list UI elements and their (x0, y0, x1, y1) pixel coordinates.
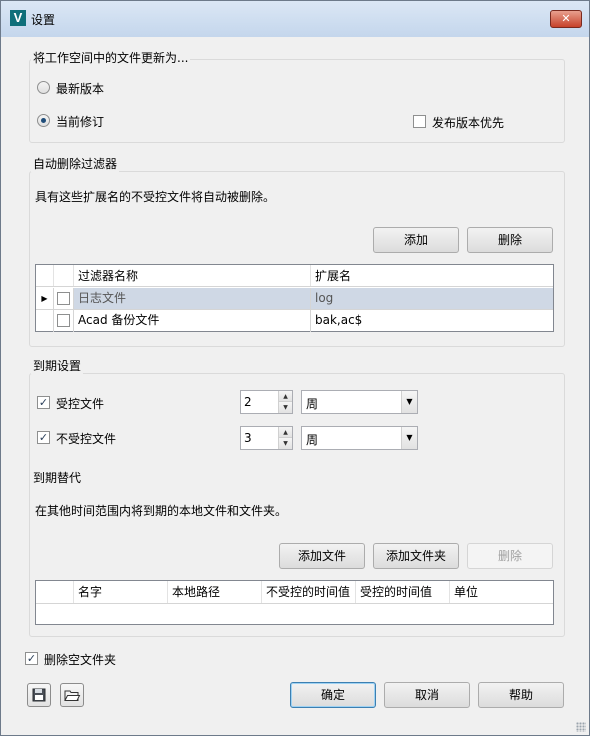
release-priority-label: 发布版本优先 (432, 116, 505, 130)
expiration-settings-group-title: 到期设置 (31, 357, 84, 374)
window-title: 设置 (31, 13, 56, 27)
controlled-unit-select[interactable]: 周 ▼ (301, 390, 418, 414)
auto-delete-filter-group-title: 自动删除过滤器 (31, 155, 120, 172)
table-row[interactable]: ▶ 日志文件 log (36, 288, 553, 310)
controlled-time-column-header[interactable]: 受控的时间值 (356, 581, 450, 603)
current-revision-radio[interactable] (37, 114, 50, 127)
controlled-files-checkbox[interactable]: ✓ (37, 396, 50, 409)
uncontrolled-value: 3 (244, 431, 252, 445)
row-indicator-cell (36, 310, 54, 332)
expiration-override-title: 到期替代 (31, 469, 84, 486)
checkbox-column-header (54, 265, 74, 286)
update-files-group-title: 将工作空间中的文件更新为... (31, 49, 191, 66)
release-priority-checkbox[interactable] (413, 115, 426, 128)
checkbox-cell (54, 288, 74, 309)
filter-table: 过滤器名称 扩展名 ▶ 日志文件 log Acad 备份文件 bak,ac$ (35, 264, 554, 332)
row-checkbox[interactable] (57, 314, 70, 327)
close-button[interactable]: ✕ (550, 10, 582, 28)
filter-name-cell[interactable]: 日志文件 (74, 288, 311, 309)
latest-version-radio[interactable] (37, 81, 50, 94)
filter-description: 具有这些扩展名的不受控文件将自动被删除。 (35, 190, 276, 204)
uncontrolled-time-column-header[interactable]: 不受控的时间值 (262, 581, 356, 603)
override-table-header: 名字 本地路径 不受控的时间值 受控的时间值 单位 (36, 581, 553, 604)
app-logo-icon: V (10, 10, 26, 26)
cancel-button[interactable]: 取消 (384, 682, 470, 708)
uncontrolled-files-checkbox[interactable]: ✓ (37, 431, 50, 444)
filter-table-header: 过滤器名称 扩展名 (36, 265, 553, 287)
stepper-buttons: ▲ ▼ (278, 427, 292, 449)
override-description: 在其他时间范围内将到期的本地文件和文件夹。 (35, 504, 288, 518)
save-settings-button[interactable] (27, 683, 51, 707)
local-path-column-header[interactable]: 本地路径 (168, 581, 262, 603)
current-revision-label: 当前修订 (56, 115, 105, 129)
extension-column-header[interactable]: 扩展名 (311, 265, 554, 286)
name-column-header[interactable]: 名字 (74, 581, 168, 603)
table-row[interactable]: Acad 备份文件 bak,ac$ (36, 310, 553, 332)
chevron-up-icon[interactable]: ▲ (279, 427, 292, 438)
add-filter-button[interactable]: 添加 (373, 227, 459, 253)
filter-name-column-header[interactable]: 过滤器名称 (74, 265, 311, 286)
add-file-button[interactable]: 添加文件 (279, 543, 365, 569)
uncontrolled-value-stepper[interactable]: 3 ▲ ▼ (240, 426, 293, 450)
dropdown-arrow-icon[interactable]: ▼ (401, 427, 417, 449)
delete-empty-folders-label: 删除空文件夹 (44, 653, 117, 667)
row-checkbox[interactable] (57, 292, 70, 305)
help-button[interactable]: 帮助 (478, 682, 564, 708)
row-indicator-header (36, 265, 54, 286)
unit-column-header[interactable]: 单位 (450, 581, 554, 603)
resize-grip-icon[interactable] (576, 722, 586, 732)
filter-name-cell[interactable]: Acad 备份文件 (74, 310, 311, 332)
controlled-value: 2 (244, 395, 252, 409)
chevron-down-icon[interactable]: ▼ (279, 438, 292, 449)
uncontrolled-unit-value: 周 (306, 433, 319, 447)
extension-cell[interactable]: bak,ac$ (311, 310, 554, 332)
row-indicator-header (36, 581, 74, 603)
latest-version-label: 最新版本 (56, 82, 105, 96)
chevron-up-icon[interactable]: ▲ (279, 391, 292, 402)
extension-cell[interactable]: log (311, 288, 554, 309)
folder-open-icon (64, 690, 81, 701)
uncontrolled-unit-select[interactable]: 周 ▼ (301, 426, 418, 450)
delete-override-button[interactable]: 删除 (467, 543, 553, 569)
save-icon (32, 688, 46, 702)
delete-empty-folders-checkbox[interactable]: ✓ (25, 652, 38, 665)
ok-button[interactable]: 确定 (290, 682, 376, 708)
controlled-files-label: 受控文件 (56, 397, 105, 411)
delete-filter-button[interactable]: 删除 (467, 227, 553, 253)
controlled-unit-value: 周 (306, 397, 319, 411)
uncontrolled-files-label: 不受控文件 (56, 432, 117, 446)
checkbox-cell (54, 310, 74, 332)
current-row-arrow-icon: ▶ (36, 288, 54, 309)
controlled-value-stepper[interactable]: 2 ▲ ▼ (240, 390, 293, 414)
chevron-down-icon[interactable]: ▼ (279, 402, 292, 413)
dropdown-arrow-icon[interactable]: ▼ (401, 391, 417, 413)
settings-dialog: V 设置 ✕ 将工作空间中的文件更新为... 最新版本 当前修订 发布版本优先 … (0, 0, 590, 736)
override-table: 名字 本地路径 不受控的时间值 受控的时间值 单位 (35, 580, 554, 625)
add-folder-button[interactable]: 添加文件夹 (373, 543, 459, 569)
dialog-body: 将工作空间中的文件更新为... 最新版本 当前修订 发布版本优先 自动删除过滤器… (8, 37, 582, 729)
stepper-buttons: ▲ ▼ (278, 391, 292, 413)
open-settings-button[interactable] (60, 683, 84, 707)
title-bar[interactable]: V 设置 ✕ (1, 1, 589, 37)
